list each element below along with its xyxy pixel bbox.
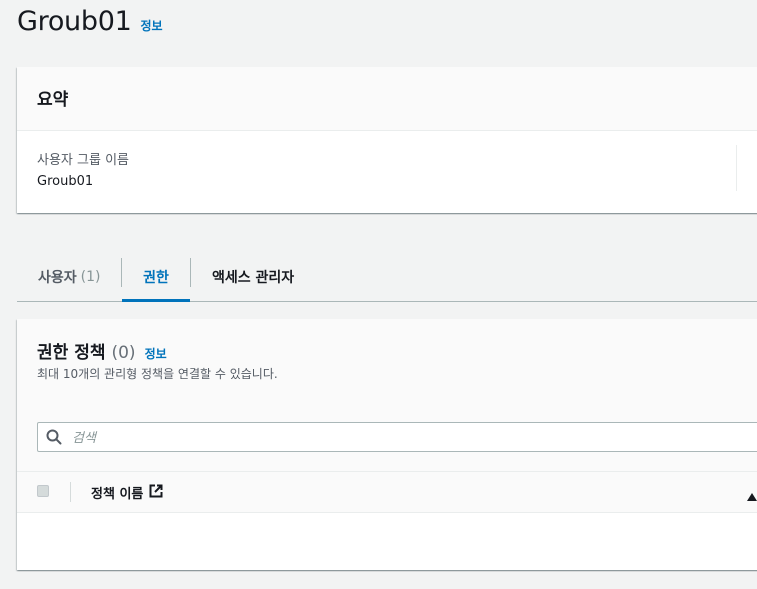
permissions-title: 권한 정책: [37, 343, 106, 363]
tab-users-label: 사용자: [38, 270, 77, 286]
column-separator: [70, 482, 71, 502]
permissions-count: (0): [111, 343, 136, 363]
sort-ascending-icon[interactable]: [746, 487, 757, 506]
tab-users-count: (1): [80, 269, 101, 285]
tab-separator: [190, 258, 191, 287]
search-box[interactable]: [37, 422, 757, 452]
tab-users[interactable]: 사용자 (1): [38, 253, 100, 301]
info-link[interactable]: 정보: [140, 17, 162, 34]
column-divider: [736, 145, 737, 191]
page-header: Groub01 정보: [17, 6, 163, 37]
tab-access-advisor-label: 액세스 관리자: [212, 270, 295, 286]
group-name-label: 사용자 그룹 이름: [37, 153, 129, 168]
summary-card: 요약 사용자 그룹 이름 Groub01: [17, 67, 757, 213]
tab-permissions-label: 권한: [143, 270, 169, 286]
table-body: [17, 513, 757, 571]
search-input[interactable]: [70, 424, 754, 452]
table-header: 정책 이름: [17, 472, 757, 513]
external-link-icon: [149, 484, 163, 502]
group-name-value: Groub01: [37, 174, 94, 189]
permissions-header: 권한 정책 (0) 정보 최대 10개의 관리형 정책을 연결할 수 있습니다.: [17, 319, 757, 472]
permissions-description: 최대 10개의 관리형 정책을 연결할 수 있습니다.: [37, 367, 278, 381]
permissions-title-row: 권한 정책 (0) 정보: [37, 338, 167, 363]
permissions-card: 권한 정책 (0) 정보 최대 10개의 관리형 정책을 연결할 수 있습니다.…: [17, 319, 757, 570]
column-policy-name[interactable]: 정책 이름: [91, 483, 163, 502]
tab-bar: 사용자 (1) 권한 액세스 관리자: [17, 253, 757, 302]
permissions-info-link[interactable]: 정보: [145, 345, 167, 362]
tab-access-advisor[interactable]: 액세스 관리자: [212, 253, 294, 301]
page-title: Groub01: [17, 6, 132, 37]
search-icon: [46, 429, 62, 449]
summary-header: [17, 67, 757, 131]
tab-permissions[interactable]: 권한: [122, 253, 190, 302]
summary-title: 요약: [37, 90, 69, 110]
select-all-checkbox[interactable]: [37, 485, 49, 497]
column-policy-name-label: 정책 이름: [91, 487, 144, 502]
